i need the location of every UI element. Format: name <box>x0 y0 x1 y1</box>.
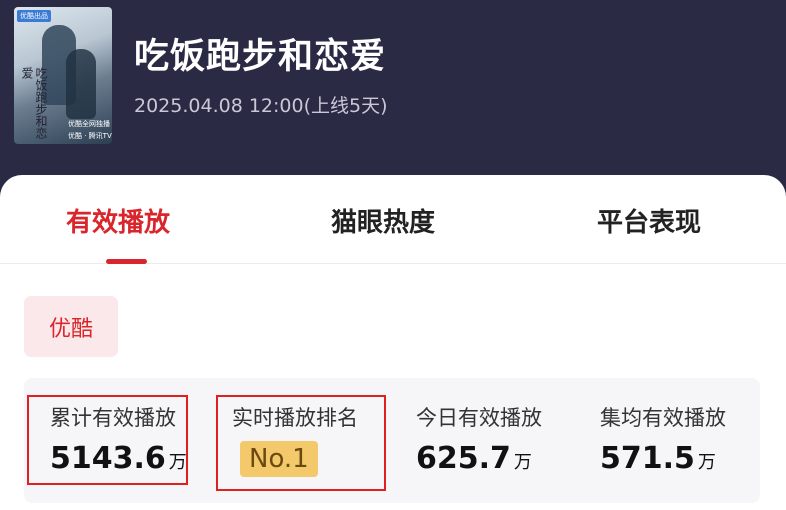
stat-unit: 万 <box>513 452 532 473</box>
poster-title: 吃饭跑步和恋爱 <box>20 67 48 139</box>
platform-chip-youku[interactable]: 优酷 <box>24 296 118 357</box>
highlight-box-realtime-rank <box>216 395 386 491</box>
poster-brand-line: 优酷 · 腾讯TV <box>68 132 112 140</box>
stat-value: 625.7 万 <box>416 441 532 476</box>
tab-effective-plays[interactable]: 有效播放 <box>66 202 170 239</box>
stat-unit: 万 <box>697 452 716 473</box>
tab-maoyan-heat[interactable]: 猫眼热度 <box>331 202 435 239</box>
show-title: 吃饭跑步和恋爱 <box>134 37 387 77</box>
poster-corner-tag: 优酷出品 <box>17 10 51 22</box>
show-header: 优酷出品 吃饭跑步和恋爱 优酷全网独播 优酷 · 腾讯TV 吃饭跑步和恋爱 20… <box>0 0 786 190</box>
stat-label: 今日有效播放 <box>416 406 542 430</box>
show-release-time: 2025.04.08 12:00(上线5天) <box>134 95 388 117</box>
tab-bar: 有效播放 猫眼热度 平台表现 <box>0 175 786 264</box>
stat-label: 集均有效播放 <box>600 406 726 430</box>
highlight-box-total-plays <box>27 395 188 485</box>
poster-image[interactable]: 优酷出品 吃饭跑步和恋爱 优酷全网独播 优酷 · 腾讯TV <box>14 7 112 144</box>
poster-figure-2 <box>66 49 96 119</box>
active-tab-indicator <box>106 259 147 264</box>
stat-value: 571.5 万 <box>600 441 716 476</box>
tab-platform-performance[interactable]: 平台表现 <box>597 202 701 239</box>
poster-platform-line: 优酷全网独播 <box>68 120 110 128</box>
